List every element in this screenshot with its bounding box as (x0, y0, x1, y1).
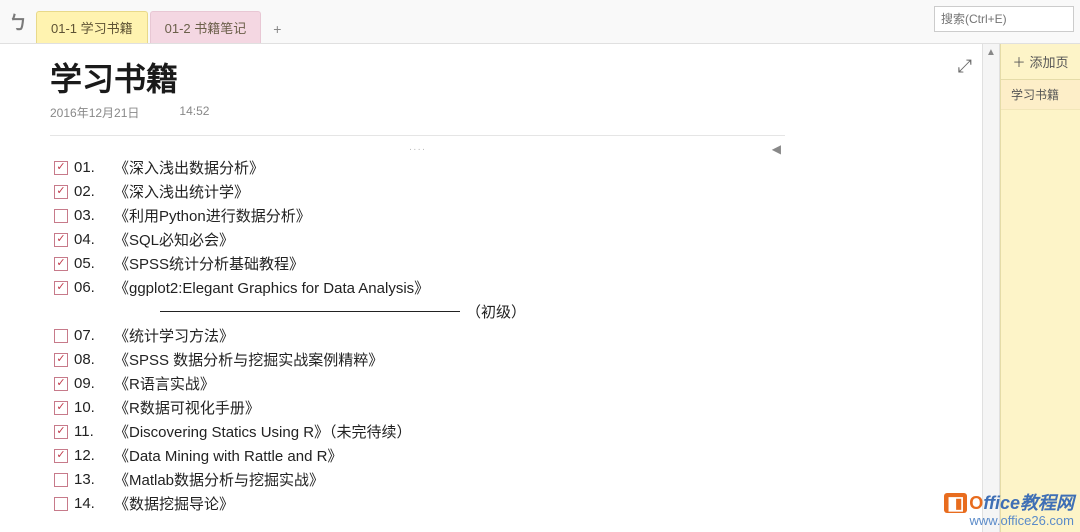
item-title: 《SQL必知必会》 (114, 229, 234, 250)
checkbox[interactable]: ✓ (54, 281, 68, 295)
item-title: 《R数据可视化手册》 (114, 397, 260, 418)
scroll-up-icon[interactable]: ▲ (986, 44, 996, 60)
watermark-url: www.office26.com (944, 514, 1074, 528)
checkbox[interactable]: ✓ (54, 257, 68, 271)
watermark-brand-text: ffice教程网 (983, 493, 1074, 513)
item-title: 《数据挖掘导论》 (114, 493, 234, 514)
scrollbar[interactable]: ▲ (982, 44, 1000, 532)
checkbox[interactable]: ✓ (54, 449, 68, 463)
page-date: 2016年12月21日 (50, 104, 139, 121)
list-item[interactable]: 03. 《利用Python进行数据分析》 (50, 205, 785, 226)
item-title: 《Data Mining with Rattle and R》 (114, 445, 342, 466)
item-number: 04. (74, 231, 100, 248)
expand-icon[interactable]: ⤢ (958, 56, 972, 77)
checkbox[interactable]: ✓ (54, 377, 68, 391)
collapse-icon[interactable]: ◀ (772, 142, 781, 156)
list-item[interactable]: ✓ 08. 《SPSS 数据分析与挖掘实战案例精粹》 (50, 349, 785, 370)
checkbox[interactable] (54, 209, 68, 223)
item-title: 《R语言实战》 (114, 373, 215, 394)
tab-1[interactable]: 01-2 书籍笔记 (150, 11, 262, 43)
page-title[interactable]: 学习书籍 (50, 54, 964, 100)
divider-line (160, 311, 460, 312)
item-title: 《深入浅出统计学》 (114, 181, 249, 202)
add-page-label: 添加页 (1030, 52, 1069, 71)
page-time: 14:52 (179, 104, 209, 121)
page-meta: 2016年12月21日 14:52 (50, 104, 964, 121)
sidebar: ＋ 添加页 学习书籍 (1000, 44, 1080, 532)
item-number: 08. (74, 351, 100, 368)
item-title: 《SPSS统计分析基础教程》 (114, 253, 304, 274)
item-number: 10. (74, 399, 100, 416)
item-title: 《ggplot2:Elegant Graphics for Data Analy… (114, 277, 429, 298)
list-item[interactable]: ✓ 10. 《R数据可视化手册》 (50, 397, 785, 418)
list-item[interactable]: 14. 《数据挖掘导论》 (50, 493, 785, 514)
checkbox[interactable]: ✓ (54, 185, 68, 199)
item-title: 《深入浅出数据分析》 (114, 157, 264, 178)
checkbox[interactable]: ✓ (54, 401, 68, 415)
list-item[interactable]: ✓ 02. 《深入浅出统计学》 (50, 181, 785, 202)
checkbox[interactable] (54, 473, 68, 487)
list-item[interactable]: ✓ 01. 《深入浅出数据分析》 (50, 157, 785, 178)
watermark: ◧Office教程网 www.office26.com (944, 494, 1074, 528)
checkbox[interactable] (54, 329, 68, 343)
item-number: 11. (74, 423, 100, 440)
section-divider: （初级） (160, 301, 785, 322)
watermark-logo-icon: ◧ (944, 493, 967, 513)
item-number: 06. (74, 279, 100, 296)
list-item[interactable]: ✓ 12. 《Data Mining with Rattle and R》 (50, 445, 785, 466)
list-item[interactable]: 13. 《Matlab数据分析与挖掘实战》 (50, 469, 785, 490)
item-title: 《统计学习方法》 (114, 325, 234, 346)
item-number: 09. (74, 375, 100, 392)
sidebar-page-item[interactable]: 学习书籍 (1001, 80, 1080, 110)
item-title: 《SPSS 数据分析与挖掘实战案例精粹》 (114, 349, 383, 370)
list-item[interactable]: ✓ 11. 《Discovering Statics Using R》（未完待续） (50, 421, 785, 442)
checkbox[interactable]: ✓ (54, 161, 68, 175)
tabs-container: 01-1 学习书籍01-2 书籍笔记+ (36, 0, 934, 43)
add-page-button[interactable]: ＋ 添加页 (1001, 44, 1080, 80)
note-container[interactable]: ···· ◀ ✓ 01. 《深入浅出数据分析》 ✓ 02. 《深入浅出统计学》 03. 《利用… (50, 135, 785, 514)
main: ⤢ 学习书籍 2016年12月21日 14:52 ···· ◀ ✓ 01. 《深入浅… (0, 44, 1080, 532)
item-title: 《Matlab数据分析与挖掘实战》 (114, 469, 324, 490)
item-number: 05. (74, 255, 100, 272)
checklist: ✓ 01. 《深入浅出数据分析》 ✓ 02. 《深入浅出统计学》 03. 《利用Python进… (50, 157, 785, 514)
item-number: 14. (74, 495, 100, 512)
item-number: 02. (74, 183, 100, 200)
list-item[interactable]: ✓ 05. 《SPSS统计分析基础教程》 (50, 253, 785, 274)
item-number: 01. (74, 159, 100, 176)
divider-label: （初级） (466, 301, 526, 322)
item-number: 12. (74, 447, 100, 464)
content-area: ⤢ 学习书籍 2016年12月21日 14:52 ···· ◀ ✓ 01. 《深入浅… (0, 44, 982, 532)
tab-0[interactable]: 01-1 学习书籍 (36, 11, 148, 43)
checkbox[interactable]: ✓ (54, 353, 68, 367)
add-tab-button[interactable]: + (263, 15, 291, 43)
checkbox[interactable]: ✓ (54, 425, 68, 439)
list-item[interactable]: ✓ 04. 《SQL必知必会》 (50, 229, 785, 250)
watermark-brand-o: O (969, 493, 983, 513)
search-input[interactable] (934, 6, 1074, 32)
list-item[interactable]: ✓ 06. 《ggplot2:Elegant Graphics for Data A… (50, 277, 785, 298)
checkbox[interactable] (54, 497, 68, 511)
app-icon: ㄅ (0, 0, 36, 44)
item-number: 07. (74, 327, 100, 344)
item-number: 03. (74, 207, 100, 224)
list-item[interactable]: ✓ 09. 《R语言实战》 (50, 373, 785, 394)
plus-icon: ＋ (1012, 52, 1025, 71)
drag-handle[interactable]: ···· (50, 144, 785, 154)
item-title: 《利用Python进行数据分析》 (114, 205, 311, 226)
item-title: 《Discovering Statics Using R》（未完待续） (114, 421, 412, 442)
checkbox[interactable]: ✓ (54, 233, 68, 247)
topbar: ㄅ 01-1 学习书籍01-2 书籍笔记+ (0, 0, 1080, 44)
list-item[interactable]: 07. 《统计学习方法》 (50, 325, 785, 346)
item-number: 13. (74, 471, 100, 488)
